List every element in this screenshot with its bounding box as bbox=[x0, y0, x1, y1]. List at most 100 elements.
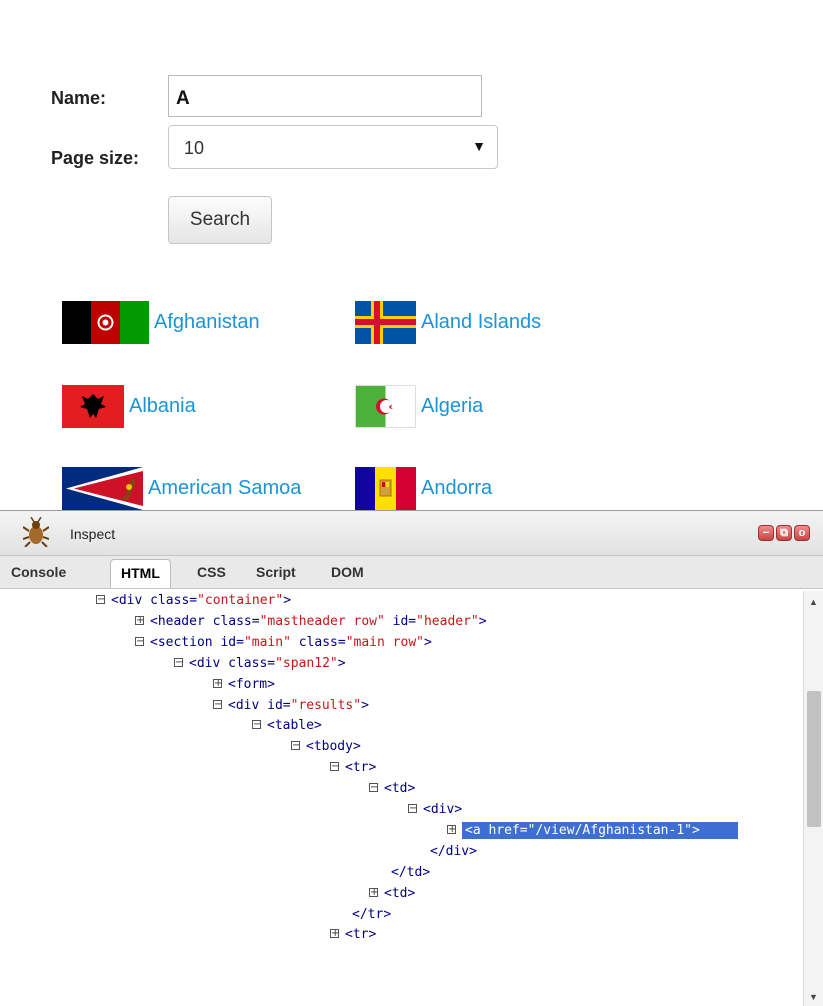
expand-toggle-icon[interactable]: + bbox=[213, 678, 222, 688]
tree-node-code: <header class="mastheader row" id="heade… bbox=[150, 614, 487, 629]
tag-close: > bbox=[368, 760, 377, 776]
tab-script[interactable]: Script bbox=[256, 564, 296, 580]
tag-name: <td bbox=[384, 885, 408, 901]
tree-node-code: </div> bbox=[430, 844, 477, 859]
tree-node[interactable]: − <div class="container"> bbox=[96, 591, 291, 611]
tab-dom[interactable]: DOM bbox=[331, 564, 364, 580]
collapse-toggle-icon[interactable]: − bbox=[291, 741, 300, 751]
tag-close: > bbox=[469, 843, 477, 859]
tag-close: > bbox=[407, 781, 416, 797]
country-link-american-samoa[interactable]: American Samoa bbox=[148, 477, 301, 500]
tree-node[interactable]: + <header class="mastheader row" id="head… bbox=[135, 612, 487, 632]
country-link-algeria[interactable]: Algeria bbox=[421, 395, 483, 418]
tree-node[interactable]: + <tr> bbox=[330, 925, 376, 945]
tree-node[interactable]: − <div> bbox=[408, 800, 462, 820]
tree-node[interactable]: </td> bbox=[391, 863, 430, 883]
tag-close: > bbox=[313, 718, 322, 734]
tag-name: <table bbox=[267, 718, 314, 734]
page-size-select[interactable]: 10 ▼ bbox=[168, 125, 498, 169]
collapse-toggle-icon[interactable]: − bbox=[96, 595, 105, 605]
tag-name: <form bbox=[228, 676, 268, 692]
firebug-bug-icon[interactable] bbox=[23, 517, 49, 547]
minimize-icon[interactable]: − bbox=[758, 525, 774, 541]
name-input[interactable] bbox=[168, 75, 482, 117]
collapse-toggle-icon[interactable]: − bbox=[369, 783, 378, 793]
devtools-panel: Inspect − ⧉ o Console HTML CSS Script DO… bbox=[0, 510, 823, 1006]
tag-name: <header bbox=[150, 613, 205, 629]
collapse-toggle-icon[interactable]: − bbox=[174, 657, 183, 667]
attr-name: class= bbox=[204, 613, 260, 629]
attr-value: "main row" bbox=[345, 634, 424, 650]
tree-node-code: <div> bbox=[423, 802, 462, 817]
tree-node-code: <table> bbox=[267, 718, 322, 733]
tree-node[interactable]: − <table> bbox=[252, 716, 322, 736]
tab-css[interactable]: CSS bbox=[197, 564, 226, 580]
attr-name: class= bbox=[290, 634, 346, 650]
tag-close: > bbox=[423, 634, 432, 650]
tree-node[interactable]: + <td> bbox=[369, 884, 415, 904]
tag-close: > bbox=[422, 864, 431, 880]
attr-name: href= bbox=[480, 822, 528, 838]
algeria-flag-icon bbox=[355, 385, 416, 428]
tree-node[interactable]: </div> bbox=[430, 842, 477, 862]
tree-node[interactable]: + <form> bbox=[213, 675, 275, 695]
country-item: Algeria bbox=[355, 385, 483, 428]
attr-name: id= bbox=[384, 613, 417, 629]
tag-close: > bbox=[352, 739, 361, 755]
tag-name: <a bbox=[465, 822, 481, 838]
scrollbar-thumb[interactable] bbox=[807, 691, 821, 827]
collapse-toggle-icon[interactable]: − bbox=[135, 636, 144, 646]
country-link-albania[interactable]: Albania bbox=[129, 395, 196, 418]
scroll-down-icon[interactable]: ▼ bbox=[809, 992, 818, 1002]
albania-flag-icon bbox=[62, 385, 124, 428]
andorra-flag-icon bbox=[355, 467, 416, 510]
country-item: American Samoa bbox=[62, 467, 301, 510]
tree-node[interactable]: − <section id="main" class="main row"> bbox=[135, 633, 432, 653]
window-controls: − ⧉ o bbox=[758, 525, 810, 541]
tree-node[interactable]: − <td> bbox=[369, 779, 415, 799]
expand-toggle-icon[interactable]: + bbox=[135, 615, 144, 625]
detach-icon[interactable]: ⧉ bbox=[776, 525, 792, 541]
attr-name: class= bbox=[220, 655, 276, 671]
close-icon[interactable]: o bbox=[794, 525, 810, 541]
tree-scrollbar[interactable]: ▲ ▼ bbox=[803, 591, 823, 1006]
tag-close: > bbox=[478, 613, 487, 629]
tree-node-code: <td> bbox=[384, 781, 415, 796]
attr-value: "/view/Afghanistan-1" bbox=[527, 822, 692, 838]
tree-node[interactable]: − <div class="span12"> bbox=[174, 654, 346, 674]
country-link-afghanistan[interactable]: Afghanistan bbox=[154, 311, 260, 334]
page-size-label: Page size: bbox=[51, 148, 140, 168]
tag-name: <tr bbox=[345, 760, 369, 776]
tree-node-code: <td> bbox=[384, 886, 415, 901]
tab-console[interactable]: Console bbox=[11, 564, 66, 580]
tree-node-code: <section id="main" class="main row"> bbox=[150, 635, 432, 650]
tree-node[interactable]: − <tbody> bbox=[291, 737, 361, 757]
tree-node[interactable]: </tr> bbox=[352, 905, 391, 925]
tree-node[interactable]: − <div id="results"> bbox=[213, 696, 369, 716]
tree-node[interactable]: − <tr> bbox=[330, 758, 376, 778]
tree-node-code: </td> bbox=[391, 865, 430, 880]
tree-node-code: </tr> bbox=[352, 907, 391, 922]
tag-name: </td bbox=[391, 864, 423, 880]
attr-value: "header" bbox=[416, 613, 479, 629]
country-link-aland-islands[interactable]: Aland Islands bbox=[421, 311, 541, 334]
collapse-toggle-icon[interactable]: − bbox=[330, 762, 339, 772]
tag-name: <div bbox=[423, 802, 455, 817]
scroll-up-icon[interactable]: ▲ bbox=[809, 597, 818, 607]
collapse-toggle-icon[interactable]: − bbox=[408, 804, 417, 814]
web-page: Name: Page size: 10 ▼ Search Afghanistan… bbox=[0, 0, 823, 510]
tree-node[interactable]: + <a href="/view/Afghanistan-1"> bbox=[447, 821, 738, 841]
collapse-toggle-icon[interactable]: − bbox=[252, 720, 261, 730]
expand-toggle-icon[interactable]: + bbox=[369, 887, 378, 897]
search-button[interactable]: Search bbox=[168, 196, 272, 244]
tree-node-code: <tr> bbox=[345, 760, 376, 775]
expand-toggle-icon[interactable]: + bbox=[447, 824, 456, 834]
collapse-toggle-icon[interactable]: − bbox=[213, 699, 222, 709]
expand-toggle-icon[interactable]: + bbox=[330, 929, 339, 939]
country-item: Aland Islands bbox=[355, 301, 541, 344]
attr-value: "main" bbox=[243, 634, 291, 650]
tab-html[interactable]: HTML bbox=[110, 559, 171, 588]
country-link-andorra[interactable]: Andorra bbox=[421, 477, 492, 500]
tree-node-code: <tr> bbox=[345, 927, 376, 942]
inspect-button[interactable]: Inspect bbox=[70, 526, 115, 542]
